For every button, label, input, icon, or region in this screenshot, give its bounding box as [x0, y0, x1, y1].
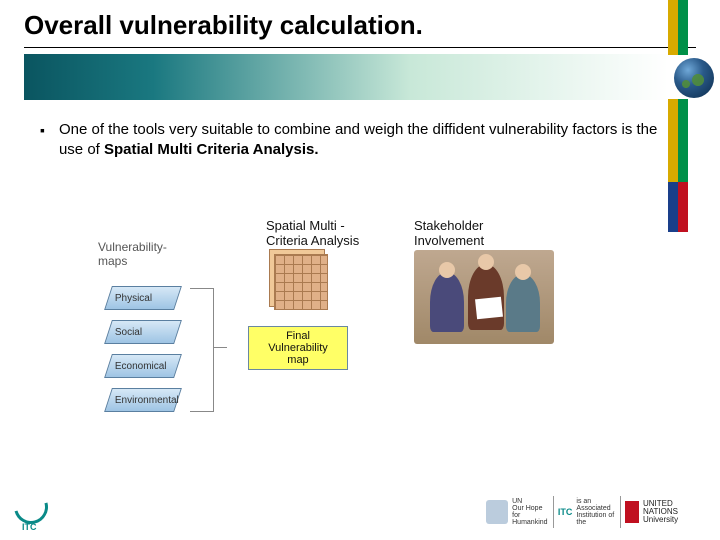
factor-environmental: Environmental — [104, 388, 182, 412]
assoc-block: ITC is an Associated Institution of the — [558, 498, 616, 526]
stakeholder-illustration — [414, 250, 554, 344]
unu-text: UNITED NATIONS University — [643, 500, 686, 524]
title-underline — [24, 47, 696, 48]
unu-badge-icon — [625, 501, 639, 523]
assoc-text: is an Associated Institution of the — [576, 498, 616, 526]
un-badge-icon — [486, 500, 508, 524]
label-smca: Spatial Multi - Criteria Analysis — [266, 218, 359, 248]
bullet-text: One of the tools very suitable to combin… — [59, 120, 660, 159]
body-content: ▪ One of the tools very suitable to comb… — [40, 120, 660, 159]
bullet-item: ▪ One of the tools very suitable to comb… — [40, 120, 660, 159]
un-text: UN Our Hope for Humankind — [512, 498, 549, 526]
globe-icon — [674, 58, 714, 98]
bullet-text-bold: Spatial Multi Criteria Analysis. — [104, 141, 319, 158]
factor-economical: Economical — [104, 354, 182, 378]
logo-itc: ITC — [14, 490, 56, 532]
final-vulnerability-box: Final Vulnerability map — [248, 326, 348, 370]
factor-physical: Physical — [104, 286, 182, 310]
bracket-connector-icon — [190, 288, 214, 412]
itc-mini-text: ITC — [558, 507, 573, 517]
unu-block: UNITED NATIONS University — [625, 500, 686, 524]
footer-affiliations: UN Our Hope for Humankind ITC is an Asso… — [486, 490, 686, 534]
header-gradient — [24, 54, 668, 100]
matrix-graphic — [274, 254, 328, 310]
un-block: UN Our Hope for Humankind — [486, 498, 549, 526]
factor-social: Social — [104, 320, 182, 344]
page-title: Overall vulnerability calculation. — [24, 10, 720, 41]
label-vulnerability-maps: Vulnerability- maps — [98, 240, 167, 268]
diagram: Vulnerability- maps Spatial Multi - Crit… — [98, 218, 568, 448]
bullet-marker-icon: ▪ — [40, 120, 45, 159]
label-stakeholder: Stakeholder Involvement — [414, 218, 484, 248]
